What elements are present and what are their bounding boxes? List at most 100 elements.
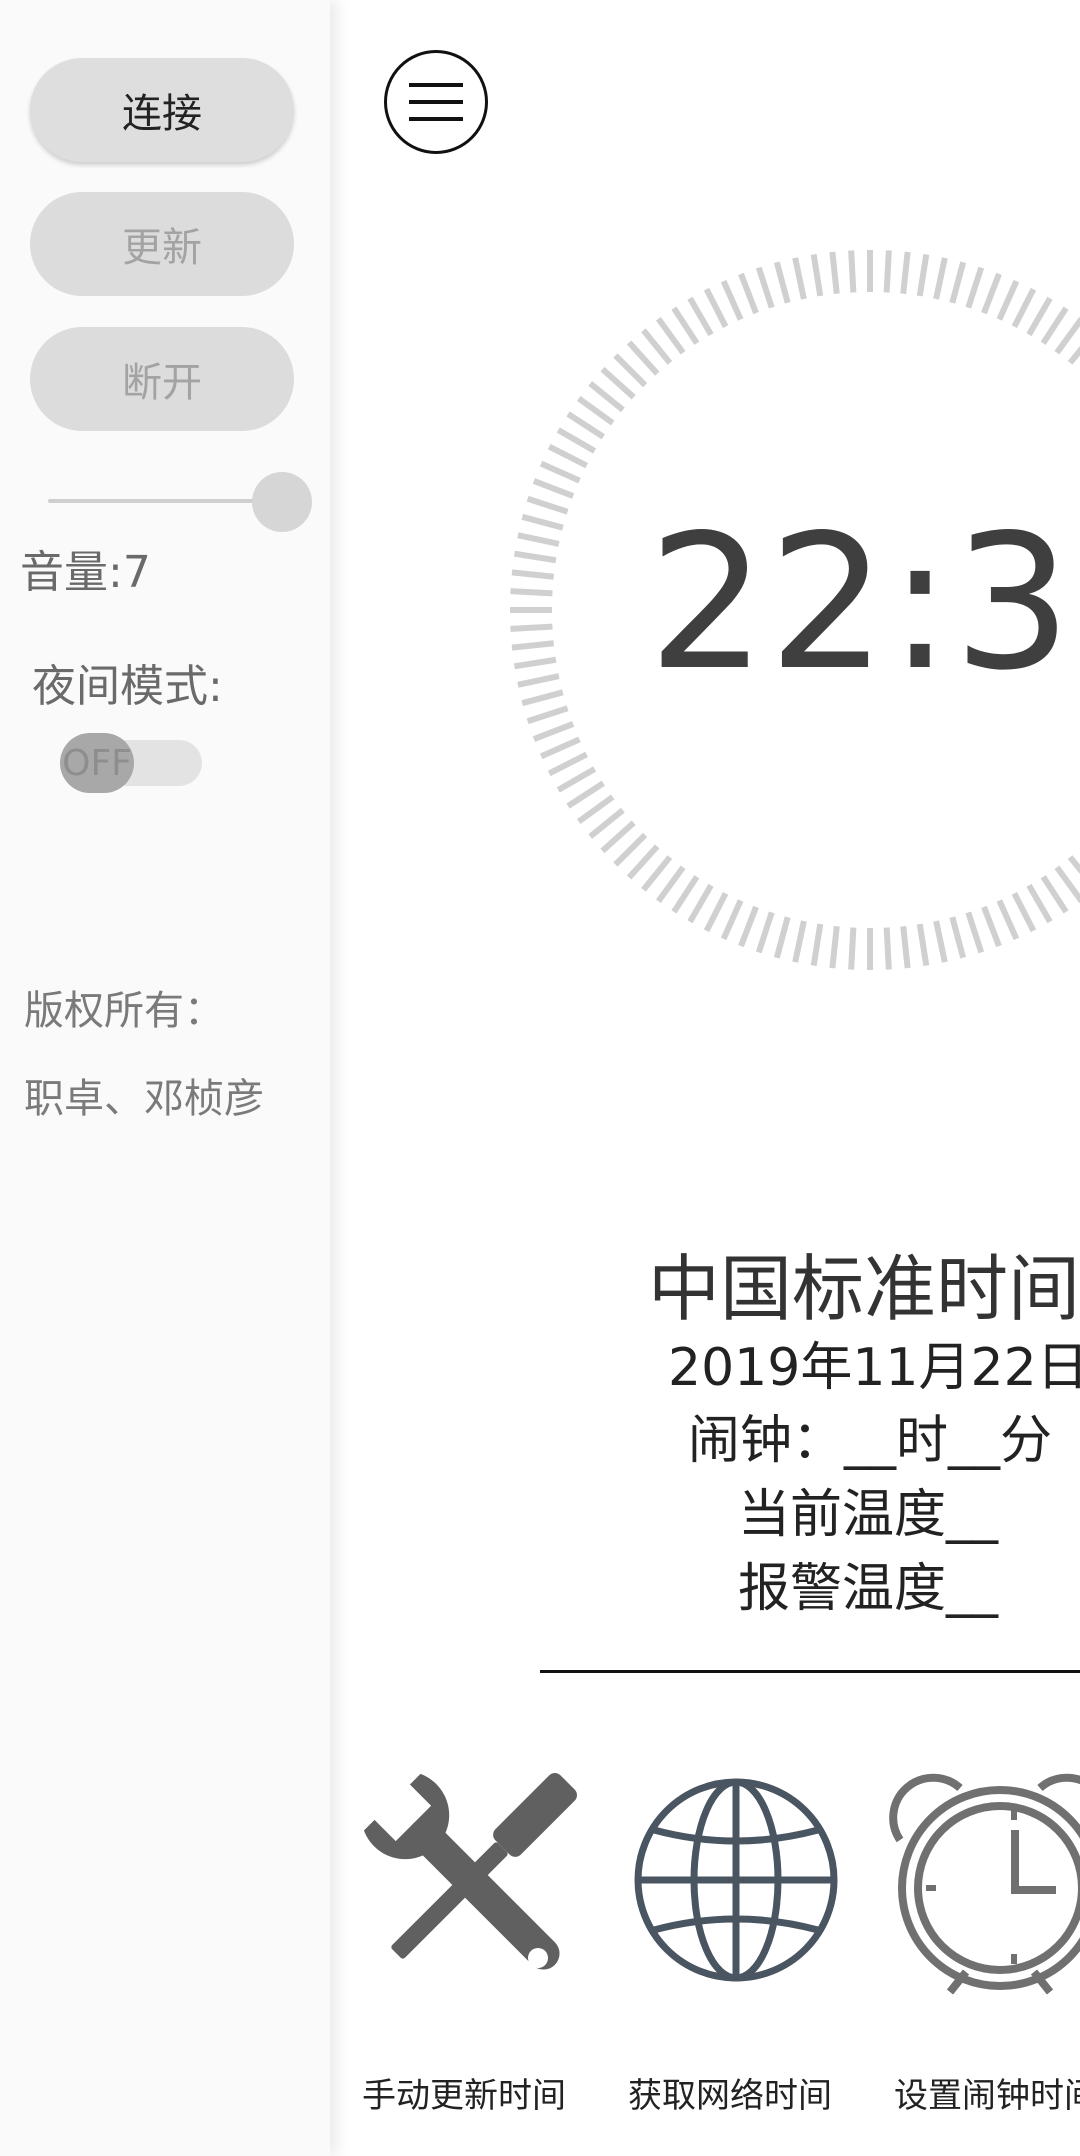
dial-tick	[916, 253, 930, 297]
dial-tick	[626, 844, 660, 880]
night-mode-toggle-thumb[interactable]: OFF	[60, 733, 134, 793]
dial-tick	[720, 899, 744, 941]
dial-tick	[981, 272, 1002, 315]
dial-tick	[556, 766, 597, 793]
disconnect-button[interactable]: 断开	[30, 327, 294, 431]
dial-tick	[626, 340, 660, 376]
dial-tick	[1026, 883, 1053, 924]
dial-tick	[949, 261, 967, 304]
volume-label: 音量:7	[20, 547, 151, 598]
dial-tick	[513, 550, 557, 564]
dial-tick	[511, 569, 555, 580]
globe-icon	[634, 1778, 838, 1982]
manual-update-button[interactable]	[350, 1760, 590, 2000]
dial-tick	[933, 920, 948, 963]
dial-tick	[641, 328, 673, 365]
dial-tick	[613, 353, 648, 388]
dial-tick	[1011, 287, 1037, 329]
dial-tick	[900, 251, 911, 295]
dial-tick	[773, 261, 791, 304]
dial-tick	[532, 721, 575, 742]
wrench-screwdriver-icon	[363, 1773, 577, 1970]
dial-tick	[900, 925, 911, 969]
divider	[540, 1670, 1080, 1673]
dial-tick	[641, 855, 673, 892]
dial-tick	[792, 920, 807, 963]
dial-tick	[556, 427, 597, 454]
dial-tick	[526, 705, 569, 725]
dial-tick	[810, 923, 824, 967]
dial-tick	[848, 250, 857, 293]
dial-tick	[1040, 306, 1069, 345]
dial-tick	[996, 279, 1020, 321]
dial-tick	[1026, 296, 1053, 337]
volume-slider-thumb[interactable]	[252, 472, 312, 532]
dial-tick	[521, 513, 564, 531]
dial-tick	[510, 623, 553, 632]
dial-tick	[687, 883, 714, 924]
dial-tick	[671, 875, 700, 914]
dial-tick	[1011, 891, 1037, 933]
dial-tick	[965, 911, 985, 954]
dial-tick	[588, 807, 625, 839]
dial-tick	[600, 366, 636, 400]
dial-tick	[526, 495, 569, 515]
night-mode-label: 夜间模式:	[32, 661, 223, 712]
set-alarm-label: 设置闹钟时间	[894, 2076, 1080, 2116]
app-screen: 22:36 中国标准时间 2019年11月22日 闹钟：__时__分 当前温度_…	[0, 0, 1080, 2156]
dial-tick	[511, 640, 555, 651]
alarm-temperature: 报警温度__	[738, 1559, 999, 1619]
dial-tick	[1054, 865, 1080, 904]
copyright-label: 版权所有：	[24, 988, 224, 1034]
dial-tick	[810, 253, 824, 297]
manual-update-label: 手动更新时间	[362, 2076, 566, 2116]
dial-tick	[949, 916, 967, 959]
dial-tick	[829, 251, 840, 295]
dial-tick	[792, 257, 807, 300]
dial-tick	[1040, 875, 1069, 914]
dial-tick	[720, 279, 744, 321]
dial-tick	[510, 588, 553, 597]
dial-tick	[829, 925, 840, 969]
dial-tick	[576, 395, 615, 426]
dial-tick	[521, 689, 564, 707]
menu-button[interactable]	[384, 50, 488, 154]
hamburger-icon	[409, 83, 463, 121]
dial-tick	[517, 532, 560, 547]
dial-tick	[703, 287, 729, 329]
dial-tick	[703, 891, 729, 933]
dial-tick	[513, 656, 557, 670]
dial-tick	[738, 272, 759, 315]
network-time-label: 获取网络时间	[628, 2076, 832, 2116]
dial-tick	[883, 250, 892, 293]
date-text: 2019年11月22日	[668, 1338, 1080, 1398]
dial-tick	[566, 411, 605, 440]
alarm-clock-icon	[889, 1773, 1080, 1995]
volume-slider-track[interactable]	[48, 499, 280, 503]
connect-button[interactable]: 连接	[30, 58, 294, 162]
dial-tick	[655, 865, 686, 904]
network-time-button[interactable]	[616, 1760, 856, 2000]
timezone-label: 中国标准时间	[648, 1247, 1080, 1331]
alarm-text: 闹钟：__时__分	[688, 1411, 1053, 1471]
dial-tick	[671, 306, 700, 345]
side-drawer: 连接 更新 断开 音量:7 夜间模式: OFF 版权所有： 职卓、邓桢彦	[0, 0, 330, 2156]
dial-tick	[981, 905, 1002, 948]
dial-tick	[539, 460, 581, 484]
dial-tick	[1054, 316, 1080, 355]
dial-tick	[933, 257, 948, 300]
dial-tick	[883, 927, 892, 970]
dial-tick	[687, 296, 714, 337]
update-button[interactable]: 更新	[30, 192, 294, 296]
dial-tick	[773, 916, 791, 959]
copyright-names: 职卓、邓桢彦	[24, 1076, 264, 1122]
set-alarm-button[interactable]	[880, 1760, 1080, 2000]
dial-tick	[655, 316, 686, 355]
dial-tick	[566, 780, 605, 809]
clock-time: 22:36	[648, 494, 1080, 711]
dial-tick	[547, 443, 589, 469]
dial-tick	[613, 832, 648, 867]
dial-tick	[848, 927, 857, 970]
current-temperature: 当前温度__	[738, 1485, 999, 1545]
dial-tick	[755, 266, 775, 309]
